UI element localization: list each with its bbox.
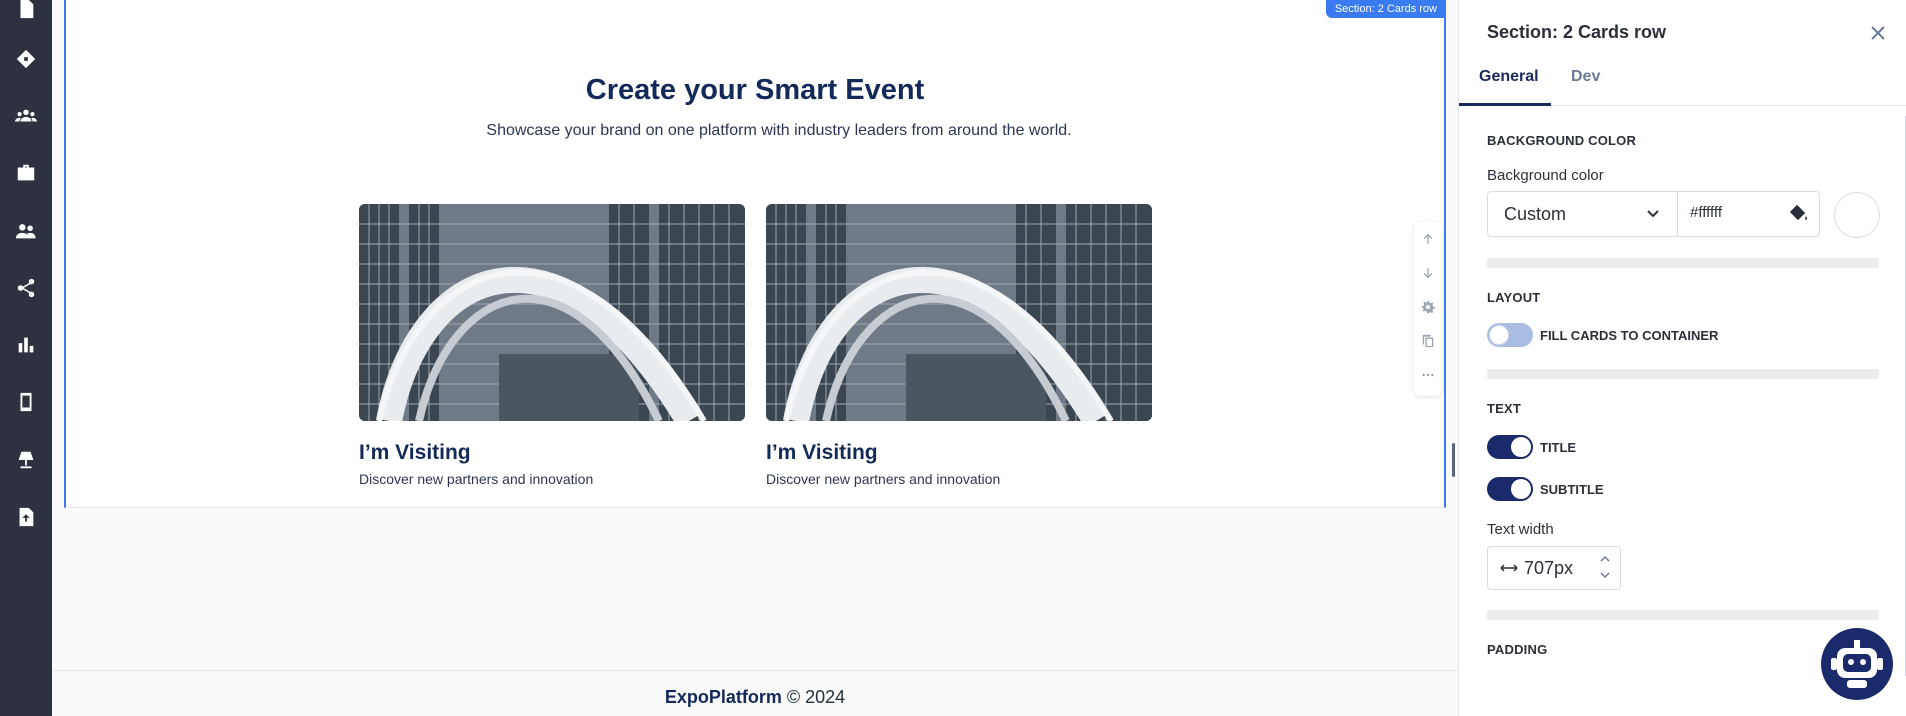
subtitle-toggle-label: SUBTITLE — [1540, 482, 1604, 497]
section-title[interactable]: Create your Smart Event — [66, 74, 1444, 107]
cards-section[interactable]: Section: 2 Cards row Create your Smart E… — [64, 0, 1446, 508]
layout-heading: LAYOUT — [1487, 290, 1541, 305]
title-toggle[interactable] — [1487, 435, 1533, 459]
footer-copyright: © 2024 — [786, 687, 846, 707]
document-icon[interactable] — [11, 0, 41, 24]
file-upload-icon[interactable] — [11, 502, 41, 532]
tab-dev[interactable]: Dev — [1571, 66, 1600, 106]
lamp-icon[interactable] — [11, 445, 41, 475]
hex-color-input[interactable] — [1690, 204, 1780, 221]
chatbot-button[interactable] — [1821, 628, 1893, 700]
panel-title: Section: 2 Cards row — [1487, 22, 1667, 42]
group-icon[interactable] — [11, 101, 41, 131]
background-type-select[interactable]: Custom — [1487, 191, 1678, 237]
card[interactable]: I’m Visiting Discover new partners and i… — [359, 204, 745, 487]
fill-cards-label: FILL CARDS TO CONTAINER — [1540, 328, 1719, 343]
card-image — [359, 204, 745, 421]
share-icon[interactable] — [11, 273, 41, 303]
card-title[interactable]: I’m Visiting — [359, 441, 745, 465]
card[interactable]: I’m Visiting Discover new partners and i… — [766, 204, 1152, 487]
copy-icon[interactable] — [1414, 328, 1442, 354]
subtitle-toggle[interactable] — [1487, 477, 1533, 501]
divider — [1487, 258, 1879, 268]
card-title[interactable]: I’m Visiting — [766, 441, 1152, 465]
footer-brand: ExpoPlatform — [664, 687, 782, 707]
text-width-label: Text width — [1487, 521, 1554, 538]
tab-general[interactable]: General — [1459, 66, 1551, 106]
bar-chart-icon[interactable] — [11, 330, 41, 360]
decrement-icon[interactable] — [1598, 569, 1612, 581]
divider — [1487, 369, 1879, 379]
background-color-label: Background color — [1487, 167, 1604, 184]
section-subtitle[interactable]: Showcase your brand on one platform with… — [464, 119, 1094, 142]
section-tag[interactable]: Section: 2 Cards row — [1325, 0, 1446, 18]
panel-tabs: General Dev — [1459, 66, 1906, 106]
people-icon[interactable] — [11, 216, 41, 246]
horizontal-resize-icon — [1500, 564, 1518, 572]
section-toolbox — [1414, 222, 1442, 396]
mobile-icon[interactable] — [11, 387, 41, 417]
chevron-down-icon — [1647, 210, 1659, 218]
card-subtitle[interactable]: Discover new partners and innovation — [359, 471, 745, 487]
hex-color-field — [1677, 191, 1820, 237]
arrow-down-icon[interactable] — [1414, 260, 1442, 286]
text-width-stepper — [1487, 546, 1621, 590]
background-color-heading: BACKGROUND COLOR — [1487, 133, 1637, 148]
panel-resize-handle[interactable] — [1452, 443, 1455, 477]
close-button[interactable] — [1867, 22, 1889, 44]
increment-icon[interactable] — [1598, 553, 1612, 565]
paint-bucket-icon[interactable] — [1789, 204, 1809, 224]
color-swatch[interactable] — [1834, 192, 1880, 238]
card-subtitle[interactable]: Discover new partners and innovation — [766, 471, 1152, 487]
left-navigation — [0, 0, 52, 716]
text-width-input[interactable] — [1524, 558, 1584, 579]
title-toggle-label: TITLE — [1540, 440, 1577, 455]
arrow-up-icon[interactable] — [1414, 226, 1442, 252]
card-image — [766, 204, 1152, 421]
gear-icon[interactable] — [1414, 294, 1442, 320]
editor-canvas: Section: 2 Cards row Create your Smart E… — [52, 0, 1458, 716]
settings-panel: Section: 2 Cards row General Dev BACKGRO… — [1458, 0, 1906, 716]
more-icon[interactable] — [1414, 362, 1442, 388]
background-type-value: Custom — [1504, 204, 1567, 224]
robot-icon — [1831, 640, 1883, 688]
close-icon — [1871, 26, 1885, 40]
fill-cards-toggle[interactable] — [1487, 323, 1533, 347]
ticket-icon[interactable] — [11, 44, 41, 74]
divider — [1487, 610, 1879, 620]
footer-text: ExpoPlatform © 2024 — [52, 687, 1458, 708]
briefcase-icon[interactable] — [11, 158, 41, 188]
text-heading: TEXT — [1487, 401, 1522, 416]
padding-heading: PADDING — [1487, 642, 1548, 657]
page-footer: ExpoPlatform © 2024 — [52, 670, 1458, 716]
